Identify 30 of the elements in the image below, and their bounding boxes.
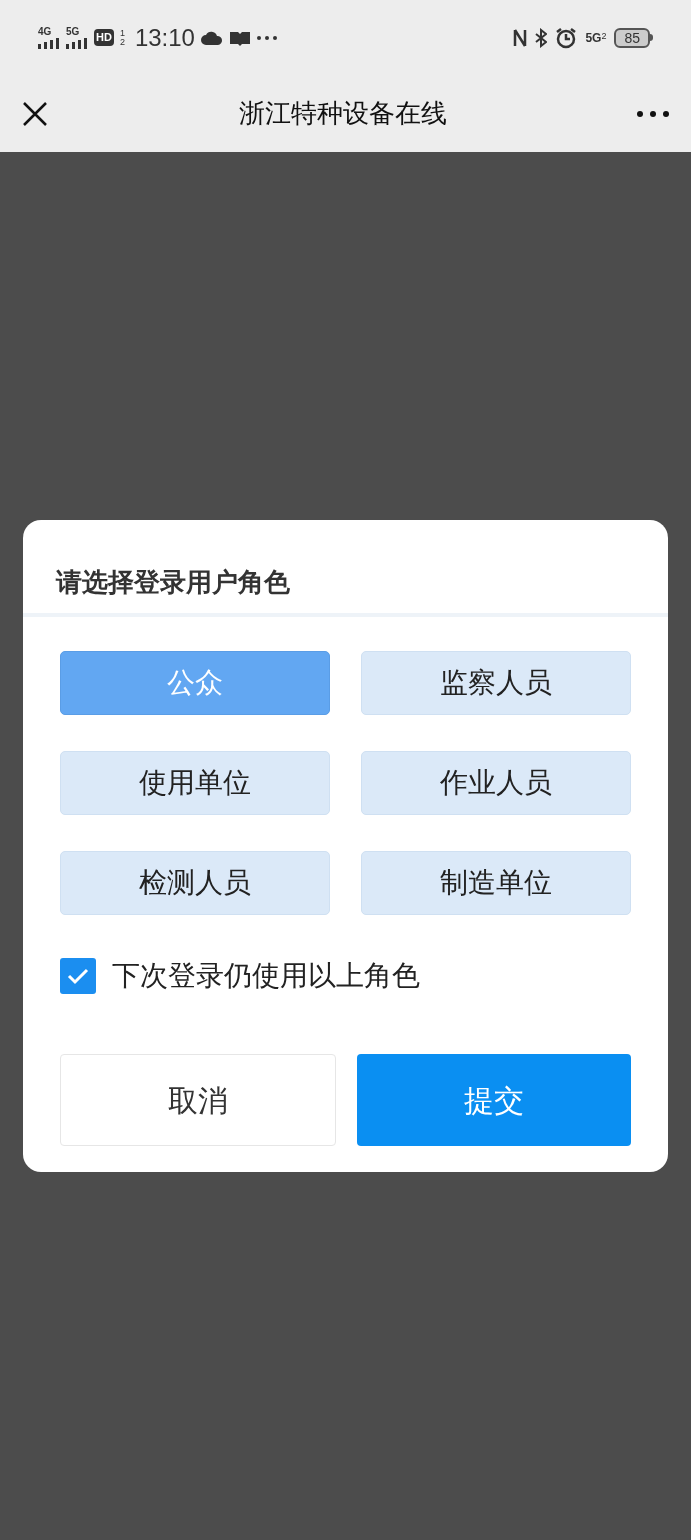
role-option[interactable]: 使用单位 bbox=[60, 751, 330, 815]
checkmark-icon bbox=[67, 967, 89, 985]
checkbox[interactable] bbox=[60, 958, 96, 994]
checkbox-label: 下次登录仍使用以上角色 bbox=[112, 959, 420, 993]
role-option[interactable]: 作业人员 bbox=[361, 751, 631, 815]
cloud-icon bbox=[200, 29, 223, 46]
sim-number: 1 bbox=[119, 28, 125, 38]
close-icon[interactable] bbox=[22, 100, 48, 127]
cancel-button[interactable]: 取消 bbox=[60, 1054, 336, 1146]
book-icon bbox=[228, 29, 251, 46]
signal-icon bbox=[38, 36, 60, 49]
role-option[interactable]: 制造单位 bbox=[361, 851, 631, 915]
page-title: 浙江特种设备在线 bbox=[238, 97, 447, 130]
alarm-clock-icon bbox=[555, 26, 578, 49]
hd-badge: HD bbox=[94, 29, 114, 46]
bluetooth-icon bbox=[535, 27, 548, 48]
role-option[interactable]: 监察人员 bbox=[361, 651, 631, 715]
more-icon bbox=[256, 35, 277, 40]
network-label: 5G bbox=[66, 26, 80, 37]
signal-icon bbox=[66, 36, 88, 49]
more-icon[interactable] bbox=[637, 110, 669, 117]
network-label: 4G bbox=[38, 26, 52, 37]
network-label: 5G bbox=[585, 31, 602, 44]
sim-number: 2 bbox=[601, 31, 607, 41]
nfc-icon bbox=[513, 27, 528, 48]
battery-indicator: 85 bbox=[614, 27, 650, 48]
sim-number: 2 bbox=[119, 37, 125, 47]
role-option[interactable]: 检测人员 bbox=[60, 851, 330, 915]
status-time: 13:10 bbox=[134, 22, 195, 53]
dialog-title: 请选择登录用户角色 bbox=[56, 566, 290, 599]
